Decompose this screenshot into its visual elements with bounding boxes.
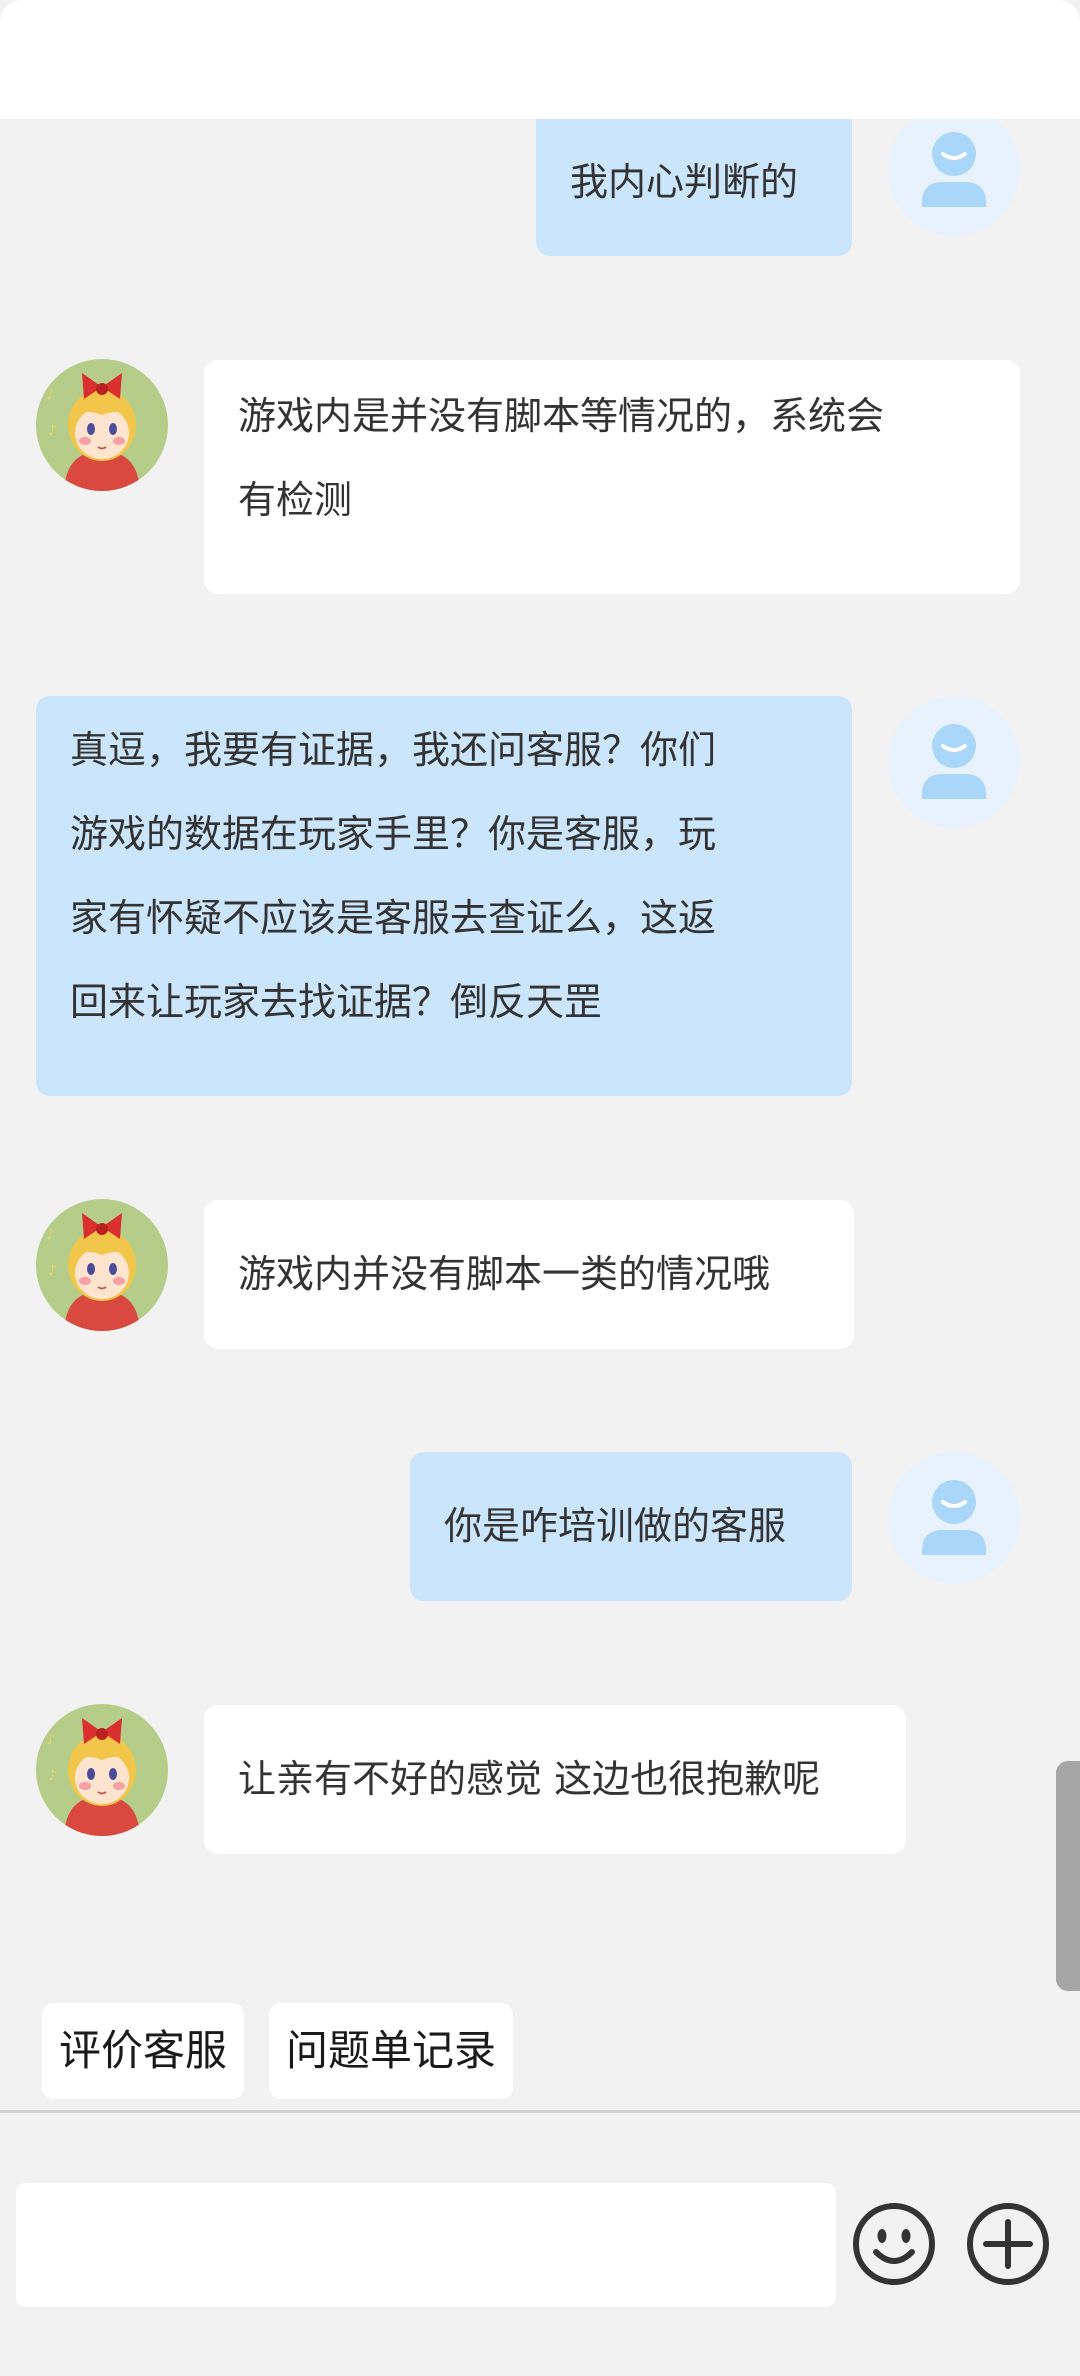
anime-girl-avatar-icon: ♪ ♪ — [36, 1199, 168, 1331]
anime-girl-avatar-icon: ♪ ♪ — [36, 359, 168, 491]
agent-message-bubble: 游戏内并没有脚本一类的情况哦 — [204, 1200, 854, 1349]
agent-avatar: ♪ ♪ — [36, 1199, 168, 1331]
agent-message-bubble: 让亲有不好的感觉 这边也很抱歉呢 — [204, 1705, 906, 1854]
svg-text:♪: ♪ — [48, 1768, 57, 1784]
user-avatar — [888, 119, 1020, 236]
chat-message-list[interactable]: 我内心判断的 ♪ ♪ 游戏内是并没有脚本等情况的，系统会 有检测 真逗，我要有证… — [0, 119, 1080, 1999]
smiley-icon — [853, 2203, 935, 2285]
user-message-bubble: 我内心判断的 — [536, 119, 852, 256]
user-avatar — [888, 696, 1020, 828]
svg-text:♪: ♪ — [46, 387, 55, 403]
svg-text:♪: ♪ — [46, 1732, 55, 1748]
svg-text:♪: ♪ — [48, 1263, 57, 1279]
top-bar — [0, 0, 1080, 119]
anime-girl-avatar-icon: ♪ ♪ — [36, 1704, 168, 1836]
user-message-bubble: 真逗，我要有证据，我还问客服？你们 游戏的数据在玩家手里？你是客服，玩 家有怀疑… — [36, 696, 852, 1096]
message-input[interactable] — [16, 2183, 836, 2307]
user-avatar — [888, 1452, 1020, 1584]
plus-button[interactable] — [964, 2200, 1052, 2288]
user-avatar-icon — [922, 724, 986, 799]
emoji-button[interactable] — [850, 2200, 938, 2288]
chat-scrollbar[interactable] — [1056, 1761, 1080, 1991]
ticket-history-button[interactable]: 问题单记录 — [269, 2003, 513, 2099]
svg-text:♪: ♪ — [48, 423, 57, 439]
agent-message-bubble: 游戏内是并没有脚本等情况的，系统会 有检测 — [204, 360, 1020, 594]
svg-text:♪: ♪ — [46, 1227, 55, 1243]
user-avatar-icon — [922, 132, 986, 207]
agent-avatar: ♪ ♪ — [36, 359, 168, 491]
user-message-bubble: 你是咋培训做的客服 — [410, 1452, 852, 1601]
plus-circle-icon — [967, 2203, 1049, 2285]
agent-avatar: ♪ ♪ — [36, 1704, 168, 1836]
user-avatar-icon — [922, 1480, 986, 1555]
rate-service-button[interactable]: 评价客服 — [42, 2003, 244, 2099]
